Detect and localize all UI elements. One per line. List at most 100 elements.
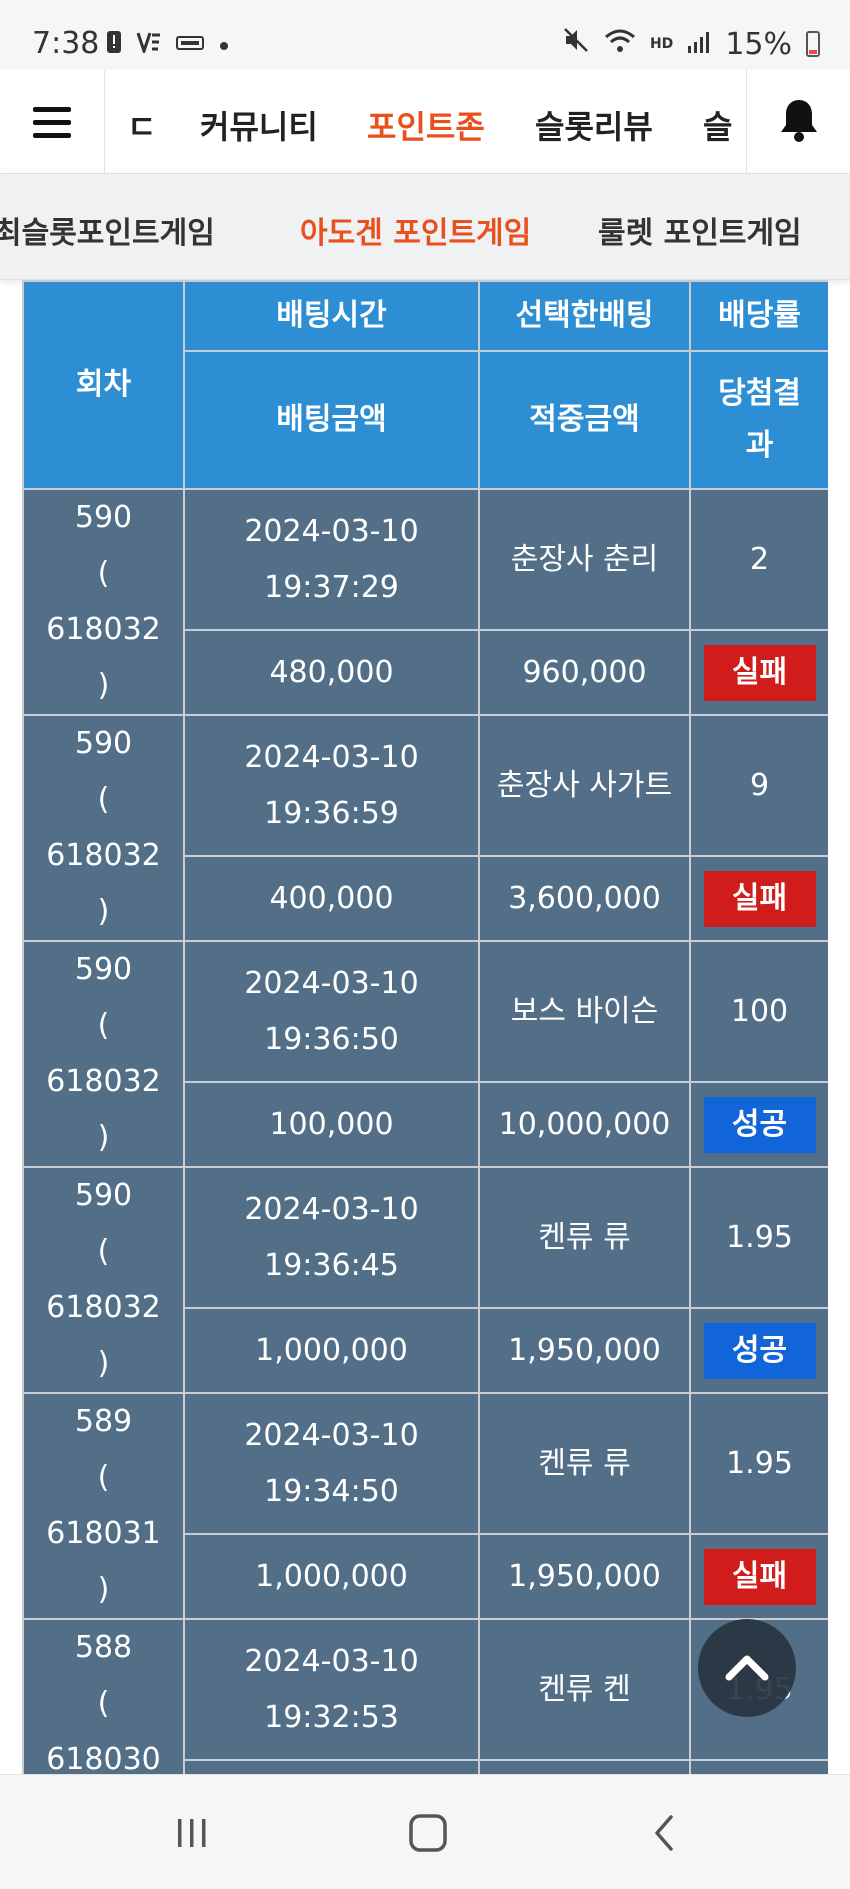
top-navigation: ㄷ 커뮤니티 포인트존 슬롯리뷰 슬 — [0, 70, 850, 174]
selected-bet-cell: 켄류 류 — [478, 1391, 691, 1536]
bet-date: 2024-03-10 — [244, 1643, 419, 1679]
header-selected-bet: 선택한배팅 — [478, 280, 691, 352]
mute-icon — [562, 26, 590, 62]
bell-icon — [777, 97, 821, 147]
chevron-up-icon — [725, 1651, 769, 1685]
header-hit-amount: 적중금액 — [478, 350, 691, 490]
subnav-item-adogen-point-game[interactable]: 아도겐 포인트게임 — [300, 208, 531, 252]
bet-date: 2024-03-10 — [244, 965, 419, 1001]
alert-icon — [106, 30, 122, 60]
sub-navigation: 최슬롯포인트게임 아도겐 포인트게임 룰렛 포인트게임 — [0, 174, 850, 280]
round-cell: 590 ( 618032 ) — [22, 714, 185, 942]
nav-item-partial-right[interactable]: 슬 — [703, 102, 732, 148]
nav-item-slot-review[interactable]: 슬롯리뷰 — [535, 102, 653, 148]
battery-icon — [806, 31, 820, 57]
hit-amount-cell: 1,950,000 — [478, 1307, 691, 1394]
hit-amount-cell: 3,600,000 — [478, 855, 691, 942]
bet-amount-cell: 1,000,000 — [183, 1307, 480, 1394]
table-row: 589 ( 618031 ) 2024-03-10 19:34:50 켄류 류 1.95 — [22, 1391, 828, 1620]
app-icon — [176, 33, 204, 58]
nav-item-partial-left[interactable]: ㄷ — [127, 102, 156, 148]
header-result: 당첨결과 — [689, 350, 828, 490]
system-navigation-bar — [0, 1774, 850, 1889]
notification-button[interactable] — [746, 70, 850, 174]
round-id: ( 618032 ) — [46, 782, 161, 929]
table-row: 590 ( 618032 ) 2024-03-10 19:37:29 춘장사 춘리 2 — [22, 487, 828, 716]
odds-cell: 9 — [689, 713, 828, 858]
result-badge: 실패 — [703, 870, 816, 927]
bet-amount-cell: 1,000,000 — [183, 1759, 480, 1774]
signal-icon — [687, 27, 711, 62]
table-row: 590 ( 618032 ) 2024-03-10 19:36:45 켄류 류 1.95 — [22, 1165, 828, 1394]
selected-bet-cell: 보스 바이슨 — [478, 939, 691, 1084]
round-id: ( 618031 ) — [46, 1460, 161, 1607]
bet-time-cell: 2024-03-10 19:32:53 — [183, 1617, 480, 1762]
bet-date: 2024-03-10 — [244, 1191, 419, 1227]
wifi-icon — [604, 27, 636, 62]
bet-date: 2024-03-10 — [244, 513, 419, 549]
bet-amount-cell: 1,000,000 — [183, 1533, 480, 1620]
bet-date: 2024-03-10 — [244, 739, 419, 775]
home-icon[interactable] — [408, 1813, 448, 1853]
result-cell: 실패 — [689, 629, 828, 716]
round-number: 590 — [74, 1178, 133, 1213]
odds-cell: 1.95 — [689, 1391, 828, 1536]
nav-item-community[interactable]: 커뮤니티 — [200, 102, 318, 148]
round-cell: 590 ( 618032 ) — [22, 940, 185, 1168]
table-row: 590 ( 618032 ) 2024-03-10 19:36:59 춘장사 사가트 9 — [22, 713, 828, 942]
nav-item-point-zone[interactable]: 포인트존 — [367, 102, 485, 148]
bet-clock: 19:37:29 — [264, 569, 399, 605]
dot-icon — [218, 33, 230, 58]
selected-bet-cell: 켄류 켄 — [478, 1617, 691, 1762]
scroll-top-button[interactable] — [698, 1619, 796, 1717]
header-round: 회차 — [22, 280, 185, 490]
bet-clock: 19:32:53 — [264, 1699, 399, 1735]
selected-bet-cell: 켄류 류 — [478, 1165, 691, 1310]
hit-amount-cell: 960,000 — [478, 629, 691, 716]
result-badge: 실패 — [703, 1548, 816, 1605]
round-id: ( 618030 ) — [46, 1686, 161, 1774]
odds-cell: 2 — [689, 487, 828, 632]
selected-bet-cell: 춘장사 사가트 — [478, 713, 691, 858]
subnav-item-roulette-point-game[interactable]: 룰렛 포인트게임 — [598, 208, 802, 252]
round-cell: 589 ( 618031 ) — [22, 1392, 185, 1620]
bet-amount-cell: 100,000 — [183, 1081, 480, 1168]
bet-clock: 19:36:59 — [264, 795, 399, 831]
selected-bet-cell: 춘장사 춘리 — [478, 487, 691, 632]
round-id: ( 618032 ) — [46, 1008, 161, 1155]
odds-cell: 100 — [689, 939, 828, 1084]
result-cell: 성공 — [689, 1307, 828, 1394]
result-badge: 성공 — [703, 1096, 816, 1153]
hd-voice-label: HD — [649, 35, 674, 52]
round-id: ( 618032 ) — [46, 556, 161, 703]
result-cell: 성공 — [689, 1081, 828, 1168]
bet-amount-cell: 480,000 — [183, 629, 480, 716]
bet-time-cell: 2024-03-10 19:37:29 — [183, 487, 480, 632]
odds-cell: 1.95 — [689, 1165, 828, 1310]
bet-clock: 19:36:45 — [264, 1247, 399, 1283]
top-nav-scroller[interactable]: ㄷ 커뮤니티 포인트존 슬롯리뷰 슬 — [106, 70, 746, 174]
round-number: 588 — [74, 1630, 133, 1665]
recent-apps-icon[interactable] — [172, 1813, 212, 1853]
menu-icon[interactable] — [0, 70, 105, 174]
battery-percent: 15% — [725, 26, 792, 62]
bet-amount-cell: 400,000 — [183, 855, 480, 942]
vpn-icon — [136, 31, 162, 59]
round-number: 589 — [74, 1404, 133, 1439]
round-number: 590 — [74, 500, 133, 535]
header-odds: 배당률 — [689, 280, 828, 352]
table-row: 590 ( 618032 ) 2024-03-10 19:36:50 보스 바이슨 100 — [22, 939, 828, 1168]
subnav-item-slot-point-game[interactable]: 최슬롯포인트게임 — [0, 208, 215, 252]
status-bar: 7:38 HD 15% — [0, 0, 850, 70]
round-number: 590 — [74, 726, 133, 761]
bet-time-cell: 2024-03-10 19:34:50 — [183, 1391, 480, 1536]
hit-amount-cell: 1,950,000 — [478, 1533, 691, 1620]
status-time: 7:38 — [32, 26, 100, 61]
round-cell: 590 ( 618032 ) — [22, 1166, 185, 1394]
round-id: ( 618032 ) — [46, 1234, 161, 1381]
back-icon[interactable] — [645, 1813, 685, 1853]
result-cell: 성공 — [689, 1759, 828, 1774]
result-badge: 성공 — [703, 1322, 816, 1379]
bet-date: 2024-03-10 — [244, 1417, 419, 1453]
round-cell: 590 ( 618032 ) — [22, 488, 185, 716]
